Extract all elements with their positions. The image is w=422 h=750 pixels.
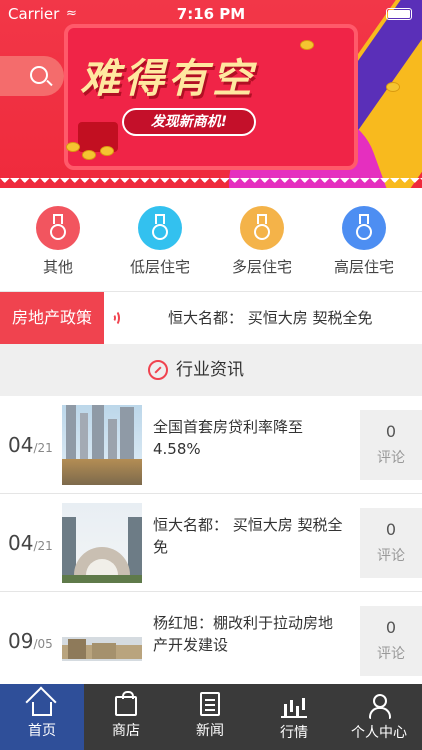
search-button[interactable] — [0, 56, 64, 96]
clock: 7:16 PM — [176, 5, 246, 23]
news-thumbnail — [62, 405, 142, 485]
tab-label: 行情 — [280, 725, 308, 741]
category-other[interactable]: 其他 — [8, 206, 108, 277]
tab-home[interactable]: 首页 — [0, 684, 84, 750]
policy-ticker[interactable]: 房地产政策 恒大名都： 买恒大房 契税全免 — [0, 292, 422, 344]
category-high-rise[interactable]: 高层住宅 — [314, 206, 414, 277]
medal-icon — [342, 206, 386, 250]
home-icon — [32, 702, 52, 716]
medal-icon — [138, 206, 182, 250]
tab-market[interactable]: 行情 — [252, 684, 336, 750]
tab-store[interactable]: 商店 — [84, 684, 168, 750]
status-bar: Carrier ≈ 7:16 PM — [0, 0, 422, 28]
search-icon — [30, 66, 48, 84]
tab-label: 商店 — [112, 723, 140, 739]
coin-icon — [300, 40, 314, 50]
comment-label: 评论 — [377, 646, 405, 662]
news-item[interactable]: 09/05 杨红旭：棚改利于拉动房地产开发建设 0 评论 — [0, 592, 422, 690]
banner-slogan: 发现新商机! — [122, 108, 256, 136]
news-date: 04/21 — [8, 531, 53, 555]
news-date: 09/05 — [8, 629, 53, 653]
medal-icon — [36, 206, 80, 250]
tab-label: 个人中心 — [351, 725, 407, 741]
news-thumbnail — [62, 503, 142, 583]
speaker-icon — [110, 309, 124, 327]
category-label: 低层住宅 — [129, 258, 190, 276]
news-icon — [200, 692, 220, 716]
category-label: 高层住宅 — [333, 258, 394, 276]
comment-box[interactable]: 0 评论 — [360, 410, 422, 480]
category-mid-rise[interactable]: 多层住宅 — [212, 206, 312, 277]
news-item[interactable]: 04/21 全国首套房贷利率降至4.58% 0 评论 — [0, 396, 422, 494]
comment-count: 0 — [385, 520, 397, 539]
coin-icon — [100, 146, 114, 156]
battery-icon — [386, 8, 412, 20]
comment-box[interactable]: 0 评论 — [360, 508, 422, 578]
section-header: 行业资讯 — [0, 344, 422, 396]
category-grid: 其他 低层住宅 多层住宅 高层住宅 — [0, 196, 422, 288]
banner-headline: 难得有空 — [80, 56, 256, 102]
comment-count: 0 — [385, 422, 397, 441]
comment-count: 0 — [385, 618, 397, 637]
section-title: 行业资讯 — [176, 360, 244, 380]
news-thumbnail — [62, 601, 142, 681]
banner-zigzag-edge — [0, 178, 422, 188]
tab-profile[interactable]: 个人中心 — [336, 684, 422, 750]
promo-banner[interactable]: 难得有空 发现新商机! — [0, 0, 422, 188]
category-low-rise[interactable]: 低层住宅 — [110, 206, 210, 277]
comment-box[interactable]: 0 评论 — [360, 606, 422, 676]
news-date: 04/21 — [8, 433, 53, 457]
policy-tag: 房地产政策 — [0, 292, 104, 344]
comment-label: 评论 — [377, 548, 405, 564]
news-item[interactable]: 04/21 恒大名都： 买恒大房 契税全免 0 评论 — [0, 494, 422, 592]
coin-icon — [82, 150, 96, 160]
tab-label: 新闻 — [196, 723, 224, 739]
tab-bar: 首页 商店 新闻 行情 个人中心 — [0, 684, 422, 750]
tab-news[interactable]: 新闻 — [168, 684, 252, 750]
news-title[interactable]: 杨红旭：棚改利于拉动房地产开发建设 — [153, 612, 345, 656]
comment-label: 评论 — [377, 450, 405, 466]
coin-icon — [386, 82, 400, 92]
category-label: 其他 — [42, 258, 73, 276]
shopping-bag-icon — [115, 691, 137, 716]
news-title[interactable]: 恒大名都： 买恒大房 契税全免 — [153, 514, 345, 558]
medal-icon — [240, 206, 284, 250]
coin-icon — [66, 142, 80, 152]
category-label: 多层住宅 — [231, 258, 292, 276]
user-icon — [366, 692, 392, 719]
tab-label: 首页 — [28, 723, 56, 739]
news-title[interactable]: 全国首套房贷利率降至4.58% — [153, 416, 345, 460]
policy-headline[interactable]: 恒大名都： 买恒大房 契税全免 — [168, 292, 373, 344]
chart-icon — [281, 692, 307, 718]
tag-icon — [148, 360, 168, 380]
